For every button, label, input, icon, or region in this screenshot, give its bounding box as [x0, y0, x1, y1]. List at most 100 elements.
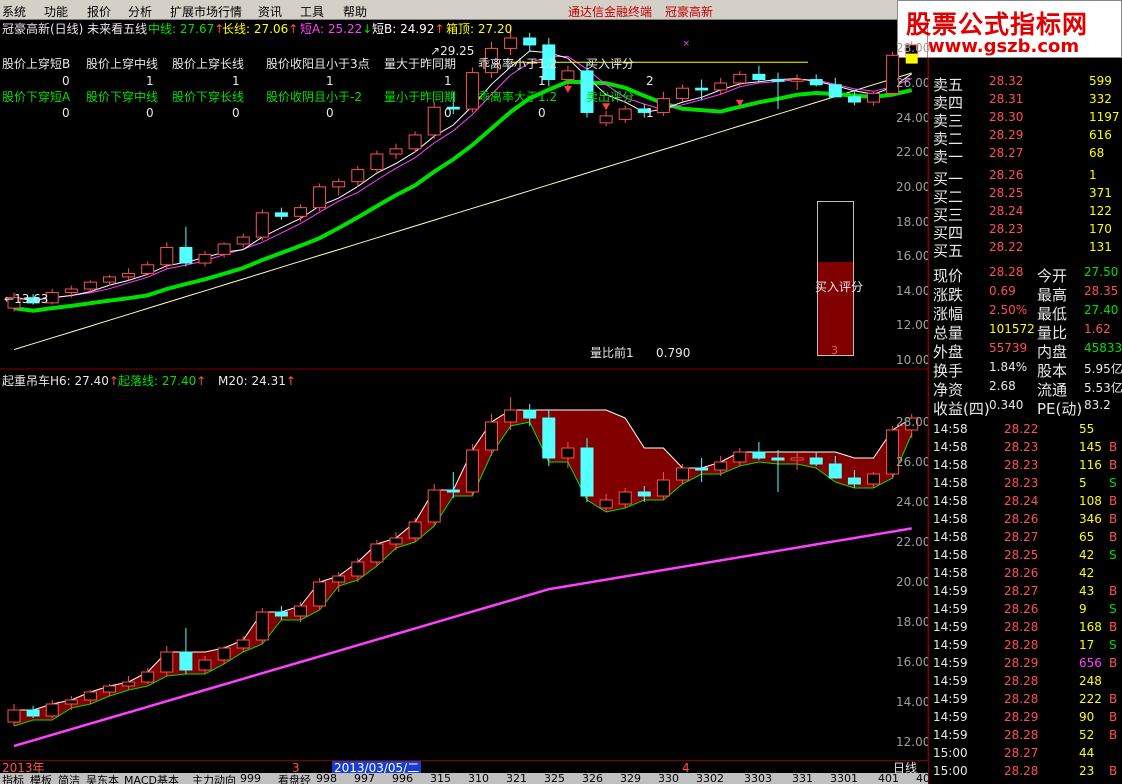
ask-price: 28.32 — [989, 74, 1024, 88]
tick-row: 14:59 28.29 90 B — [929, 708, 1122, 726]
buy-signal-name: 股价上穿中线 — [86, 57, 159, 71]
upper-candle — [83, 281, 97, 290]
indicator-tab[interactable]: 329 — [620, 772, 641, 784]
upper-candle — [714, 82, 728, 91]
tick-direction: B — [1109, 530, 1118, 544]
indicator-tab[interactable]: 3301 — [830, 772, 858, 784]
lower-candle — [446, 489, 460, 493]
tick-time: 14:58 — [933, 458, 968, 472]
sell-signal-name: 卖出评分 — [586, 90, 635, 104]
indicator-tab[interactable]: 3303 — [744, 772, 772, 784]
sell-signal-name: 乖离率大于1.2 — [478, 90, 558, 104]
upper-candle — [427, 106, 441, 136]
quote-row: 换手 1.84% 股本 5.95亿 — [929, 358, 1122, 380]
quote-row: 现价 28.28 今开 27.50 — [929, 263, 1122, 285]
indicator-tab[interactable]: 330 — [658, 772, 679, 784]
lower-candle — [332, 575, 346, 583]
indicator-tab[interactable]: 310 — [468, 772, 489, 784]
tick-time: 15:00 — [933, 764, 968, 778]
indicator-tab[interactable]: 3302 — [696, 772, 724, 784]
upper-candle — [236, 236, 250, 245]
lower-candle — [828, 463, 842, 479]
indicator-tab[interactable]: 999 — [240, 772, 261, 784]
upper-candle — [141, 264, 155, 274]
indicator-tab[interactable]: 321 — [506, 772, 527, 784]
quote-value-2: 45833 — [1084, 341, 1122, 355]
upper-y-tick: 22.00 — [896, 145, 931, 160]
lower-y-tick: 12.00 — [896, 735, 931, 749]
indicator-tab[interactable]: 315 — [430, 772, 451, 784]
tick-price: 28.28 — [1004, 638, 1039, 652]
quote-row: 涨幅 2.50% 最低 27.40 — [929, 301, 1122, 323]
tick-row: 14:58 28.22 55 — [929, 420, 1122, 438]
ask-price: 28.27 — [989, 146, 1024, 160]
indicator-tab[interactable]: 996 — [392, 772, 413, 784]
indicator-tab[interactable]: 325 — [544, 772, 565, 784]
indicator-tab[interactable]: 331 — [792, 772, 813, 784]
lower-candle — [427, 489, 441, 523]
indicator-tab[interactable]: 326 — [582, 772, 603, 784]
tick-price: 28.24 — [1004, 494, 1039, 508]
lower-candle — [236, 639, 250, 649]
tick-time: 14:59 — [933, 674, 968, 688]
quote-row: 总量 101572 量比 1.62 — [929, 320, 1122, 342]
buy-signal-value: 1 — [326, 74, 334, 88]
indicator-tab[interactable]: MACD基本 — [124, 772, 179, 784]
trading-terminal: 系统 功能 报价 分析 扩展市场行情 资讯 工具 帮助 通达信金融终端 冠豪高新… — [0, 0, 1122, 784]
tick-row: 14:59 28.26 9 S — [929, 600, 1122, 618]
tick-price: 28.27 — [1004, 746, 1039, 760]
indicator-tab[interactable]: 主力动向 — [192, 772, 236, 784]
volume-ratio-label: 量比前1 — [590, 346, 634, 360]
tick-price: 28.23 — [1004, 458, 1039, 472]
tick-time: 14:58 — [933, 494, 968, 508]
quote-value: 0.340 — [989, 398, 1024, 412]
upper-candle — [465, 72, 479, 110]
tick-volume: 90 — [1079, 710, 1095, 724]
tick-price: 28.26 — [1004, 512, 1039, 526]
lower-candle — [580, 447, 594, 497]
indicator-tab[interactable]: 401 — [878, 772, 899, 784]
tick-volume: 52 — [1079, 728, 1095, 742]
tick-time: 14:58 — [933, 512, 968, 526]
bid-price: 28.22 — [989, 240, 1024, 254]
score-fill — [818, 262, 853, 355]
indicator-tab[interactable]: 998 — [316, 772, 337, 784]
lower-candle — [274, 611, 288, 617]
tick-volume: 248 — [1079, 674, 1102, 688]
upper-y-tick: 28.00 — [896, 41, 931, 56]
lower-candle — [160, 651, 174, 673]
indicator-tab[interactable]: 吴东本 — [86, 772, 119, 784]
tick-volume: 42 — [1079, 566, 1095, 580]
upper-candle — [160, 246, 174, 266]
signal-x-mark: × — [683, 39, 691, 49]
upper-candle — [408, 134, 422, 150]
upper-candle — [561, 70, 575, 81]
lower-candle — [7, 709, 21, 723]
tick-row: 14:59 28.28 168 B — [929, 618, 1122, 636]
indicator-tab[interactable]: 997 — [354, 772, 375, 784]
indicator-tab[interactable]: 模板 — [30, 772, 52, 784]
lower-y-tick: 20.00 — [896, 575, 931, 589]
tick-price: 28.26 — [1004, 566, 1039, 580]
indicator-tab[interactable]: 简洁 — [58, 772, 80, 784]
tick-volume: 656 — [1079, 656, 1102, 670]
score-box — [817, 201, 854, 356]
bid-volume: 122 — [1089, 204, 1112, 218]
tick-row: 14:58 28.26 42 — [929, 564, 1122, 582]
bid-price: 28.26 — [989, 168, 1024, 182]
short-b-line — [13, 50, 912, 301]
indicator-tab[interactable]: 指标 — [2, 772, 24, 784]
indicator-tab[interactable]: 看盘经 — [278, 772, 311, 784]
tick-time: 15:00 — [933, 746, 968, 760]
tick-row: 14:58 28.27 65 B — [929, 528, 1122, 546]
tick-price: 28.23 — [1004, 476, 1039, 490]
tick-price: 28.22 — [1004, 422, 1039, 436]
tick-direction: B — [1109, 764, 1118, 778]
tick-row: 15:00 28.27 44 — [929, 744, 1122, 762]
tick-volume: 44 — [1079, 746, 1095, 760]
quote-value-2: 28.35 — [1084, 284, 1119, 298]
upper-candle — [255, 212, 269, 238]
lower-candle — [122, 681, 136, 687]
lower-y-tick: 16.00 — [896, 655, 931, 669]
ask-volume: 332 — [1089, 92, 1112, 106]
